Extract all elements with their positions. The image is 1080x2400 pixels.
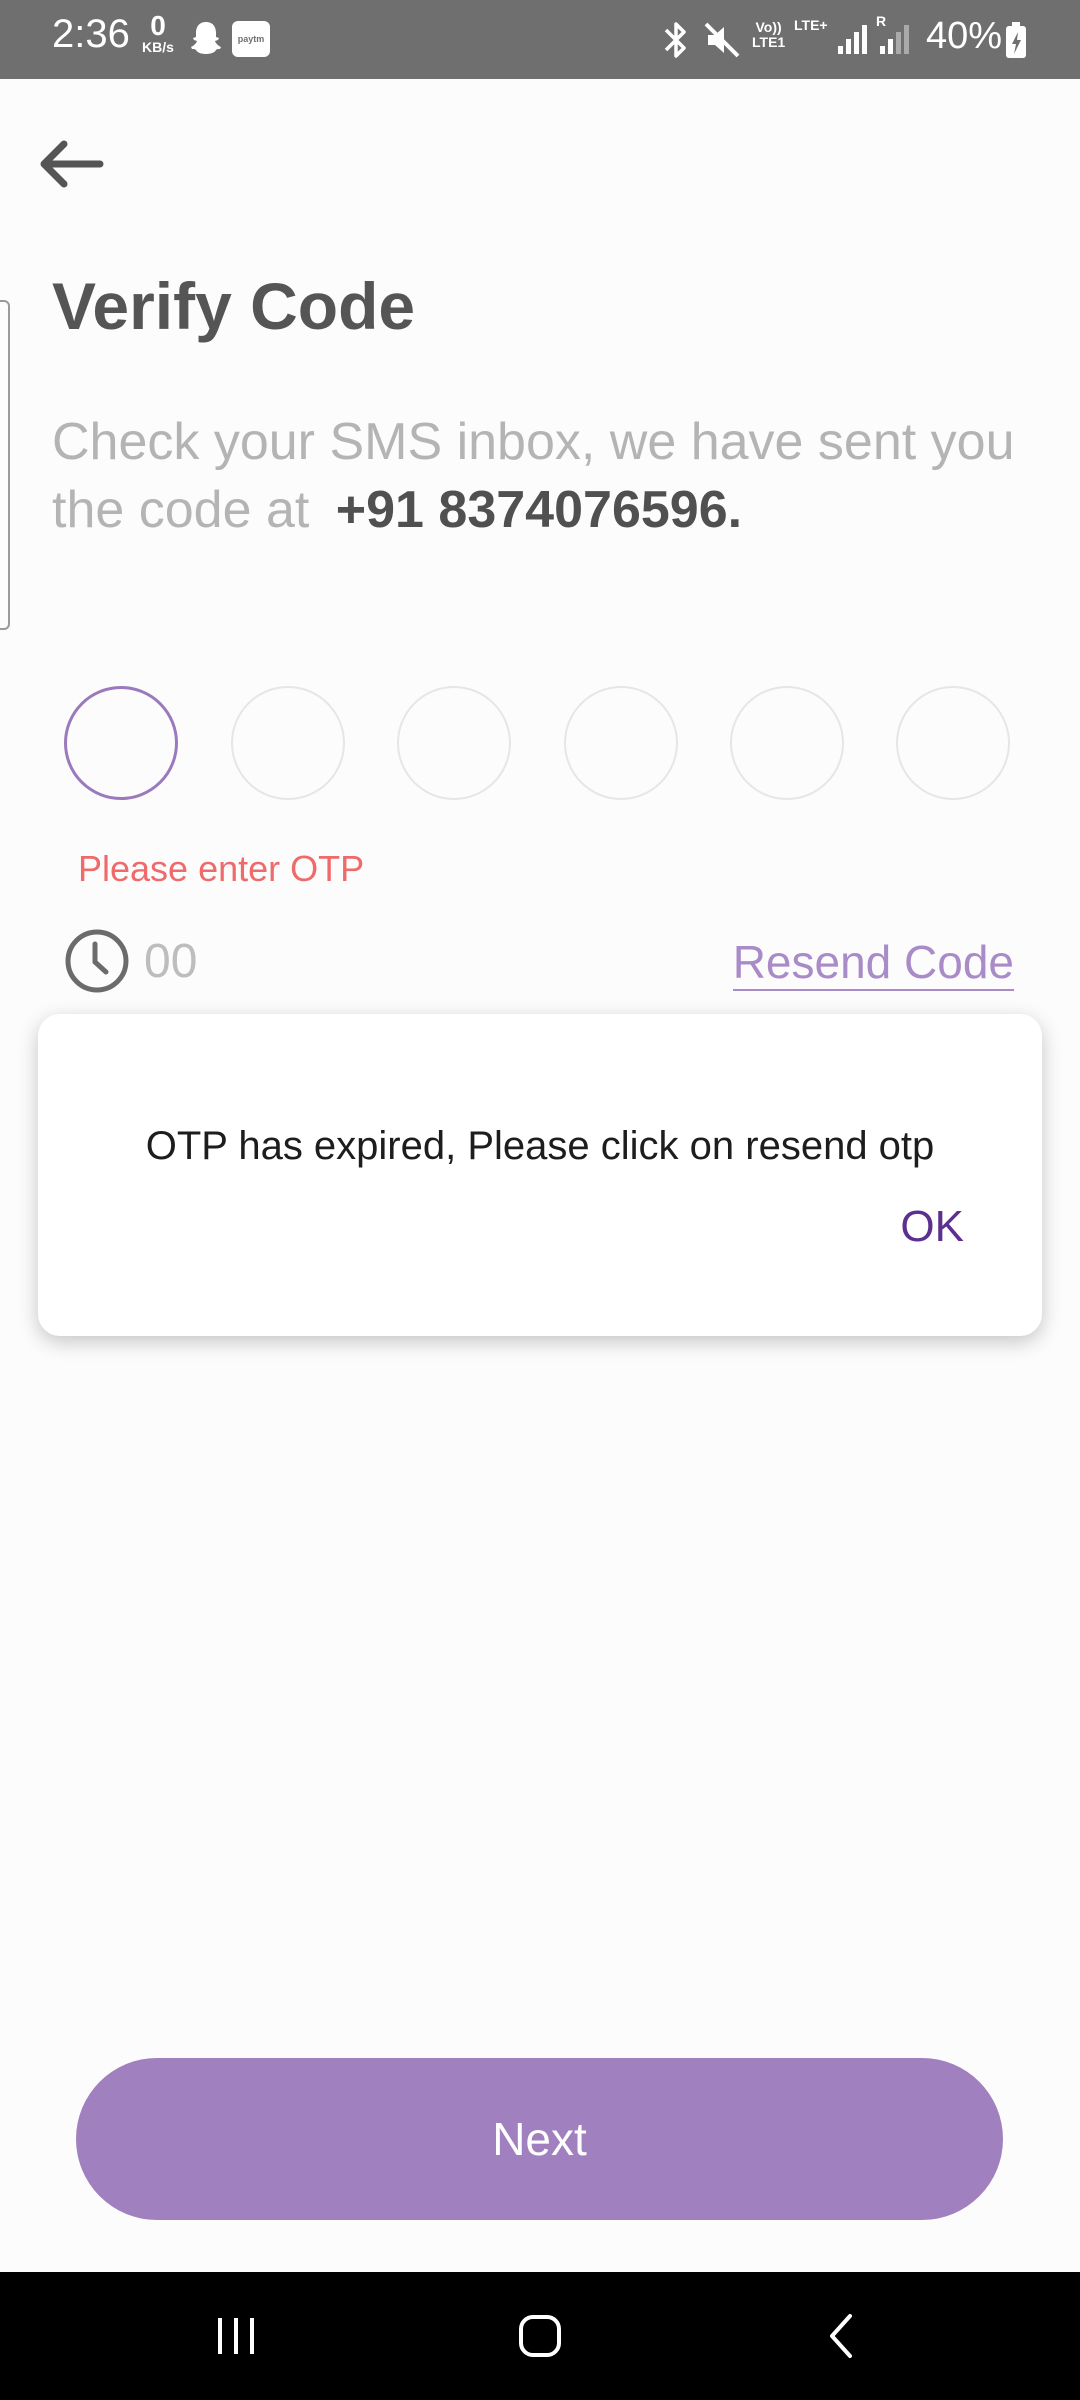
snapchat-icon: [191, 22, 221, 54]
battery-charging-icon: [1006, 22, 1026, 58]
volte-label: Vo)): [755, 19, 782, 35]
dialog-message: OTP has expired, Please click on resend …: [145, 1124, 935, 1168]
side-edge-panel-handle[interactable]: [0, 300, 10, 630]
otp-input-row: [64, 686, 1016, 804]
otp-digit-3[interactable]: [397, 686, 511, 800]
paytm-icon: paytm: [232, 21, 270, 57]
otp-expired-dialog: OTP has expired, Please click on resend …: [38, 1014, 1042, 1336]
otp-digit-1[interactable]: [64, 686, 178, 800]
page-subtitle: Check your SMS inbox, we have sent you t…: [52, 408, 1052, 544]
signal-roaming-icon: [880, 25, 909, 54]
page-title: Verify Code: [52, 269, 416, 343]
recent-apps-icon[interactable]: [212, 2306, 262, 2366]
phone-number: +91 8374076596.: [335, 481, 743, 539]
resend-code-link[interactable]: Resend Code: [732, 935, 1014, 991]
nav-back-icon[interactable]: [822, 2306, 862, 2366]
next-button[interactable]: Next: [76, 2058, 1003, 2220]
signal-icon: [838, 25, 867, 54]
otp-digit-4[interactable]: [564, 686, 678, 800]
otp-error-message: Please enter OTP: [78, 848, 365, 889]
otp-digit-2[interactable]: [231, 686, 345, 800]
mute-icon: [704, 22, 740, 58]
otp-digit-6[interactable]: [896, 686, 1010, 800]
data-speed: 0 KB/s: [137, 10, 179, 55]
bluetooth-icon: [664, 22, 686, 58]
home-icon[interactable]: [508, 2306, 572, 2366]
clock-icon: [65, 929, 129, 993]
network-volte: Vo)) LTE1: [752, 20, 785, 49]
battery-percent: 40%: [926, 15, 1003, 57]
lte1-label: LTE1: [752, 33, 786, 50]
ok-button[interactable]: OK: [900, 1202, 964, 1252]
data-speed-value: 0: [150, 10, 166, 41]
status-time: 2:36: [52, 12, 130, 56]
status-bar: 2:36 0 KB/s paytm Vo)) LTE1 LTE+ R 40%: [0, 0, 1080, 79]
data-speed-unit: KB/s: [142, 39, 174, 55]
otp-digit-5[interactable]: [730, 686, 844, 800]
back-arrow-icon[interactable]: [36, 136, 106, 192]
network-lteplus: LTE+: [794, 17, 828, 33]
countdown-timer: 00: [144, 935, 198, 988]
system-nav-bar: [0, 2272, 1080, 2400]
